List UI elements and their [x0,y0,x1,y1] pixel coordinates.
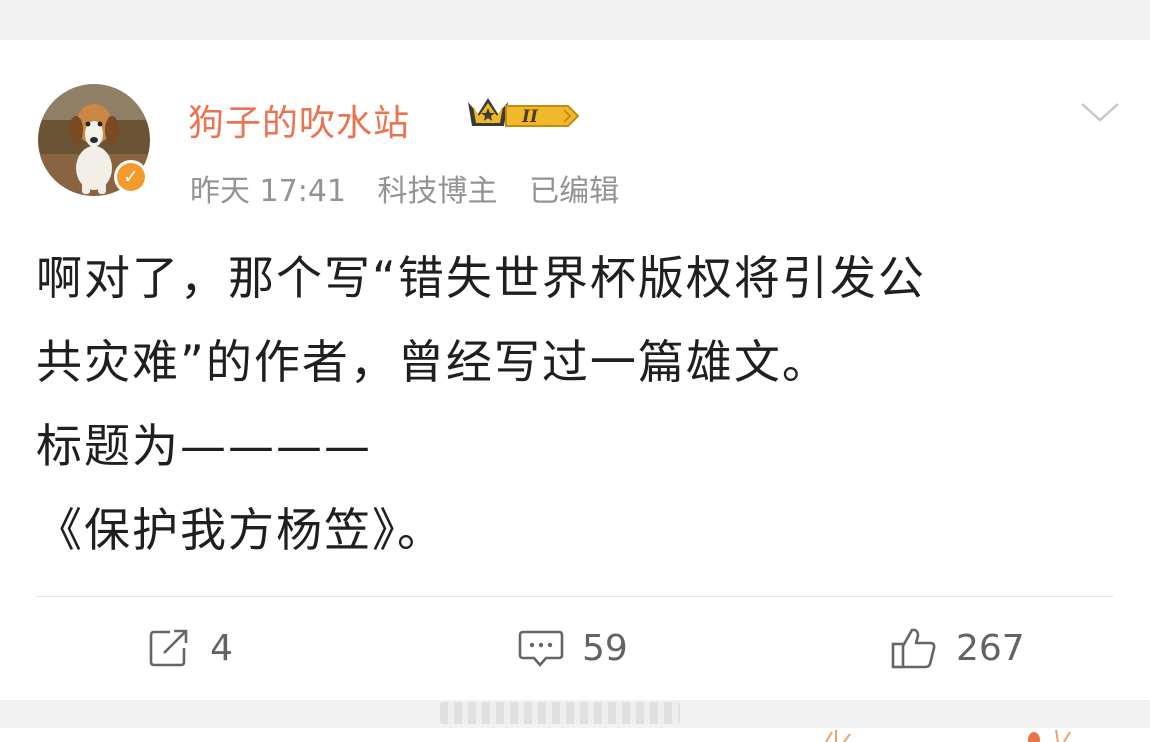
top-spacer [0,0,1150,40]
post-line: 共灾难”的作者，曾经写过一篇雄文。 [36,335,830,389]
post-line: 《保护我方杨笠》。 [36,503,445,557]
decoration-icon [1028,729,1071,742]
username-link[interactable]: 狗子的吹水站 [188,94,410,146]
comment-icon [518,630,564,667]
chevron-down-icon[interactable] [1078,98,1122,126]
repost-button[interactable]: 4 [148,626,233,670]
decoration-icon [825,730,851,742]
post-meta: 昨天 17:41 科技博主 已编辑 [190,166,641,210]
post-card[interactable]: ✓ 狗子的吹水站 II 昨天 17:41 科技博主 已编辑 啊对了，那个写“错失… [0,40,1150,700]
share-icon [149,629,188,667]
like-count: 267 [956,627,1025,669]
vip-level-label: II [521,107,539,127]
user-category: 科技博主 [377,174,498,209]
post-content: 啊对了，那个写“错失世界杯版权将引发公 共灾难”的作者，曾经写过一篇雄文。 标题… [36,236,1126,572]
comment-button[interactable]: 59 [518,626,628,670]
like-button[interactable]: 267 [890,626,1025,670]
repost-count: 4 [210,627,233,669]
post-time: 昨天 17:41 [190,174,346,209]
post-line: 标题为———— [36,419,372,473]
post-line: 啊对了，那个写“错失世界杯版权将引发公 [36,251,926,305]
next-post-preview [440,702,680,724]
divider [36,596,1114,597]
verified-icon: ✓ [114,160,148,194]
comment-count: 59 [582,627,628,669]
vip-crown-badge-icon[interactable]: II [464,92,582,136]
thumbs-up-icon [891,628,936,669]
next-post-card[interactable] [0,728,1150,742]
edited-label[interactable]: 已编辑 [529,174,619,209]
